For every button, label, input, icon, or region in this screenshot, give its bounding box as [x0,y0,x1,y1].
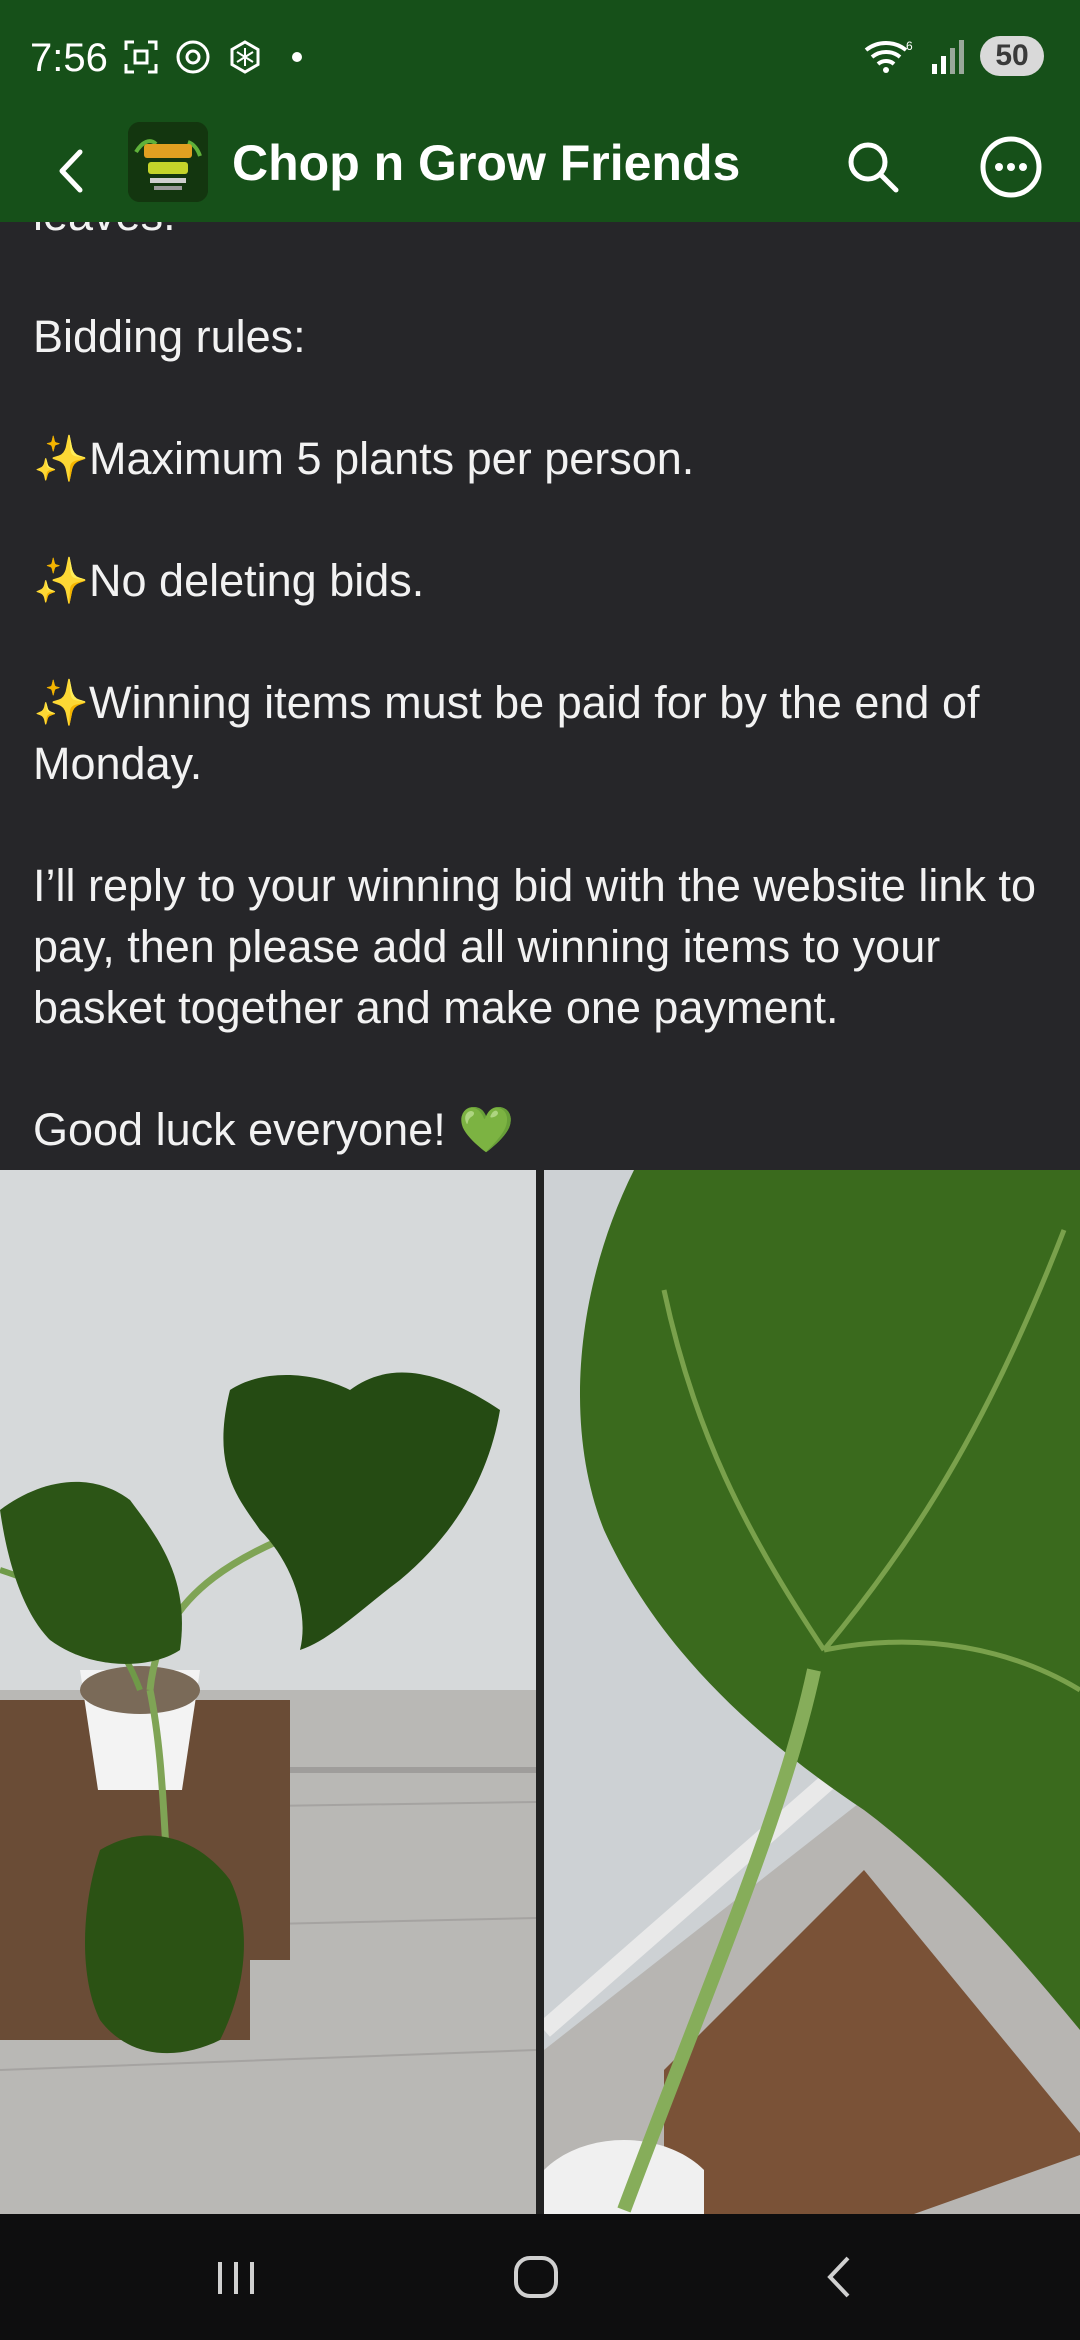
status-time: 7:56 [30,36,108,80]
group-avatar[interactable] [128,122,208,202]
post-body: leaves. Bidding rules: ✨Maximum 5 plants p… [0,222,1080,1170]
partial-line: leaves. [33,222,1053,245]
post-text: leaves. Bidding rules: ✨Maximum 5 plants p… [33,222,1053,1160]
back-arrow-icon[interactable] [40,138,106,204]
plant-image-closeup [544,1170,1080,2214]
chatgpt-icon [230,40,260,74]
photo-grid [0,1170,1080,2214]
bidding-heading: Bidding rules: [33,311,306,362]
signal-icon [932,40,964,74]
notification-dot-icon [292,52,302,62]
threads-icon [176,40,210,74]
group-logo [128,122,208,202]
rule-2: ✨No deleting bids. [33,555,425,606]
navigation-bar [0,2214,1080,2340]
status-notification-icons [122,38,316,76]
group-title[interactable]: Chop n Grow Friends [232,134,740,192]
back-icon[interactable] [800,2242,880,2312]
recent-apps-icon[interactable] [196,2242,276,2312]
battery-indicator: 50 [980,36,1044,76]
rule-3: ✨Winning items must be paid for by the e… [33,677,993,789]
closing-line: Good luck everyone! 💚 [33,1104,515,1155]
plant-photo-left[interactable] [0,1170,536,2214]
wifi-icon: 6 [864,39,913,73]
svg-text:6: 6 [906,39,913,53]
search-icon[interactable] [840,134,906,200]
home-icon[interactable] [496,2242,576,2312]
status-system-icons: 6 50 [862,36,1044,76]
status-bar: 7:56 6 50 [0,0,1080,122]
plant-image-full [0,1170,536,2214]
more-icon[interactable] [976,132,1046,202]
app-bar: Chop n Grow Friends [0,122,1080,222]
payment-note: I’ll reply to your winning bid with the … [33,860,1049,1033]
rule-1: ✨Maximum 5 plants per person. [33,433,695,484]
plant-photo-right[interactable] [544,1170,1080,2214]
screenshot-icon [124,40,158,74]
